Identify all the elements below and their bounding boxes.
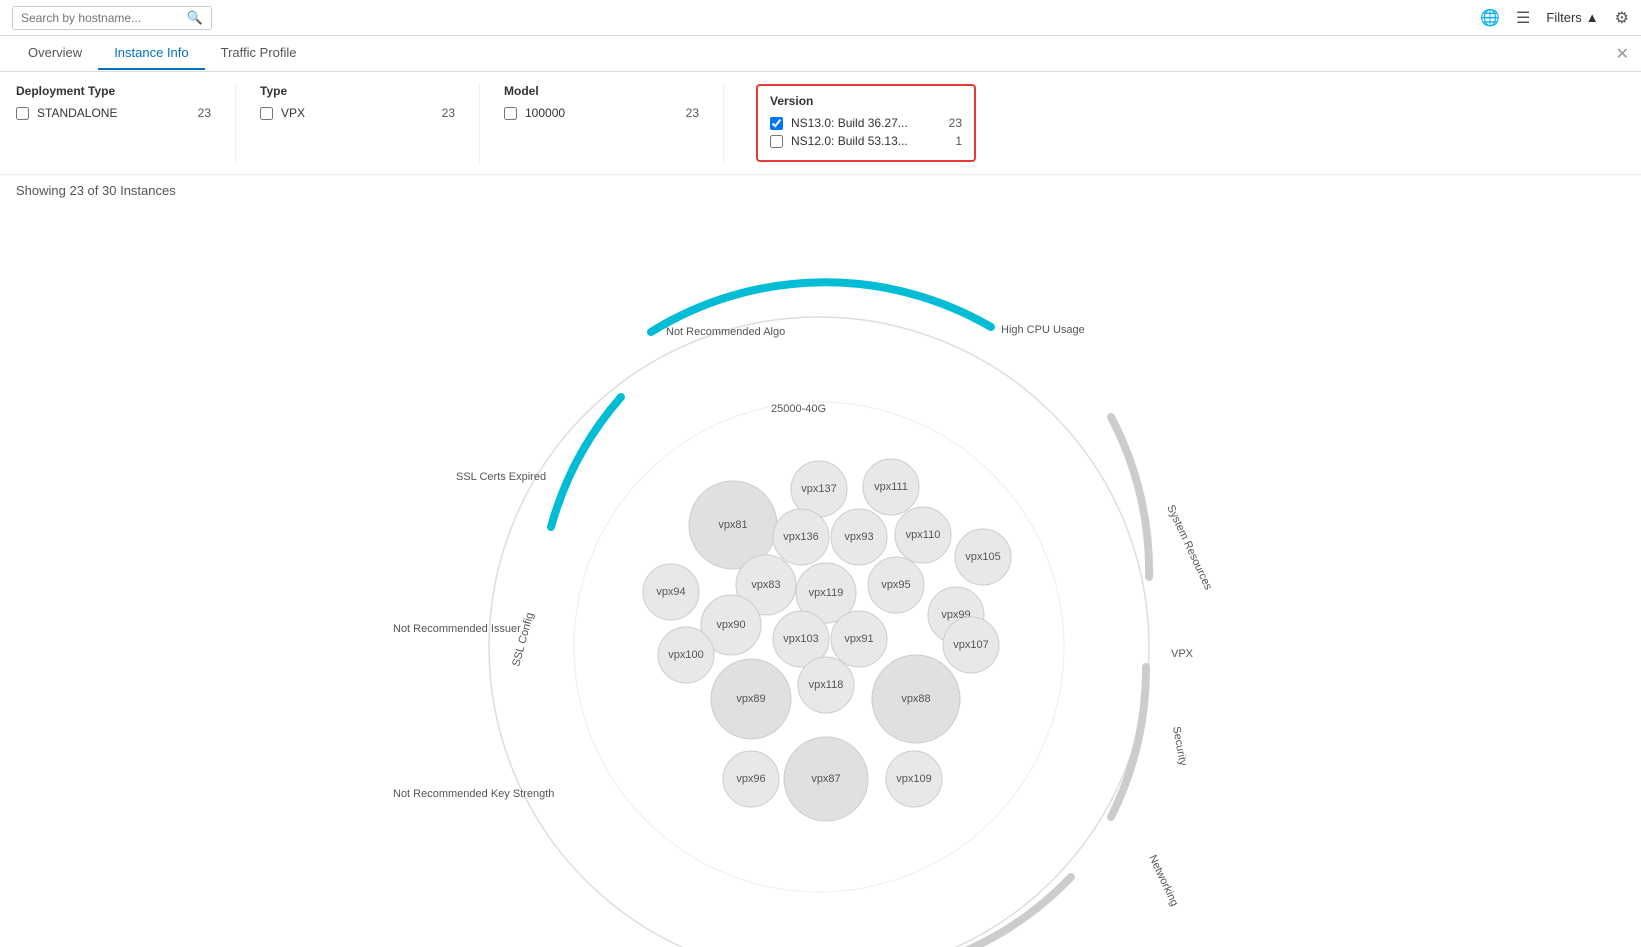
security-label: Security: [1170, 725, 1189, 767]
ns13-count: 23: [949, 116, 962, 130]
ns12-label: NS12.0: Build 53.13...: [791, 134, 908, 148]
bubble-label-vpx118: vpx118: [808, 678, 843, 690]
chart-area: Not Recommended Algo High CPU Usage Syst…: [0, 206, 1641, 947]
filter-item-100000: 100000 23: [504, 106, 699, 120]
model-range-label: 25000-40G: [771, 403, 826, 415]
bubble-label-vpx136: vpx136: [783, 530, 818, 542]
high-cpu-usage-label: High CPU Usage: [1001, 324, 1085, 336]
bubble-label-vpx90: vpx90: [716, 618, 745, 630]
version-title: Version: [770, 94, 962, 108]
filter-item-ns13: NS13.0: Build 36.27... 23: [770, 116, 962, 130]
bubble-label-vpx109: vpx109: [896, 772, 931, 784]
vpx-outer-label: VPX: [1171, 648, 1194, 660]
settings-icon[interactable]: ⚙: [1615, 8, 1629, 28]
standalone-count: 23: [198, 106, 211, 120]
search-icon: 🔍: [187, 10, 203, 26]
close-button[interactable]: ✕: [1616, 44, 1629, 64]
system-resources-label: System Resources: [1164, 503, 1214, 592]
bubble-label-vpx103: vpx103: [783, 632, 818, 644]
filters-arrow-icon: ▲: [1586, 10, 1599, 25]
filter-section: Deployment Type STANDALONE 23 Type VPX 2…: [0, 72, 1641, 175]
model-title: Model: [504, 84, 699, 98]
menu-icon[interactable]: ☰: [1516, 8, 1530, 28]
globe-icon[interactable]: 🌐: [1480, 8, 1500, 28]
type-title: Type: [260, 84, 455, 98]
filter-item-vpx: VPX 23: [260, 106, 455, 120]
bubble-label-vpx96: vpx96: [736, 772, 765, 784]
filters-button[interactable]: Filters ▲: [1546, 10, 1598, 25]
bubble-label-vpx81: vpx81: [718, 518, 747, 530]
model-100000-checkbox[interactable]: [504, 107, 517, 120]
tab-overview[interactable]: Overview: [12, 37, 98, 70]
bubble-label-vpx137: vpx137: [801, 482, 836, 494]
filters-label: Filters: [1546, 10, 1581, 25]
bubble-label-vpx83: vpx83: [751, 578, 780, 590]
filter-item-ns12: NS12.0: Build 53.13... 1: [770, 134, 962, 148]
bubble-label-vpx91: vpx91: [844, 632, 873, 644]
filter-version: Version NS13.0: Build 36.27... 23 NS12.0…: [756, 84, 976, 162]
ns12-count: 1: [955, 134, 962, 148]
bubble-label-vpx100: vpx100: [668, 648, 703, 660]
vpx-label: VPX: [281, 106, 305, 120]
ns13-label: NS13.0: Build 36.27...: [791, 116, 908, 130]
tab-instance-info[interactable]: Instance Info: [98, 37, 204, 70]
filter-model: Model 100000 23: [504, 84, 724, 162]
ssl-config-label: SSL Config: [510, 611, 536, 667]
not-recommended-key-strength-label: Not Recommended Key Strength: [393, 788, 554, 800]
filter-deployment-type: Deployment Type STANDALONE 23: [16, 84, 236, 162]
not-recommended-algo-label: Not Recommended Algo: [666, 326, 785, 338]
vpx-checkbox[interactable]: [260, 107, 273, 120]
networking-label: Networking: [1146, 853, 1180, 908]
bubble-label-vpx88: vpx88: [901, 692, 930, 704]
bubble-label-vpx95: vpx95: [881, 578, 910, 590]
vpx-count: 23: [442, 106, 455, 120]
bubble-label-vpx93: vpx93: [844, 530, 873, 542]
bubble-chart: Not Recommended Algo High CPU Usage Syst…: [271, 217, 1371, 937]
bubble-label-vpx89: vpx89: [736, 692, 765, 704]
search-input[interactable]: [21, 11, 181, 25]
instances-count-label: Showing 23 of 30 Instances: [0, 175, 1641, 206]
tabs-bar: Overview Instance Info Traffic Profile ✕: [0, 36, 1641, 72]
standalone-checkbox[interactable]: [16, 107, 29, 120]
tab-traffic-profile[interactable]: Traffic Profile: [205, 37, 313, 70]
bubble-label-vpx87: vpx87: [811, 772, 840, 784]
filter-item-standalone: STANDALONE 23: [16, 106, 211, 120]
filter-type: Type VPX 23: [260, 84, 480, 162]
bubble-label-vpx107: vpx107: [953, 638, 988, 650]
bubble-label-vpx105: vpx105: [965, 550, 1000, 562]
bubble-label-vpx119: vpx119: [808, 586, 843, 598]
bubble-label-vpx94: vpx94: [656, 585, 685, 597]
not-recommended-issuer-label: Not Recommended Issuer: [393, 623, 521, 635]
bubble-label-vpx111: vpx111: [874, 480, 908, 492]
ssl-certs-expired-label: SSL Certs Expired: [456, 471, 546, 483]
standalone-label: STANDALONE: [37, 106, 117, 120]
header: 🔍 🌐 ☰ Filters ▲ ⚙: [0, 0, 1641, 36]
search-box[interactable]: 🔍: [12, 6, 212, 30]
bubble-label-vpx110: vpx110: [905, 528, 940, 540]
deployment-type-title: Deployment Type: [16, 84, 211, 98]
model-100000-label: 100000: [525, 106, 565, 120]
ns12-checkbox[interactable]: [770, 135, 783, 148]
model-100000-count: 23: [686, 106, 699, 120]
header-right: 🌐 ☰ Filters ▲ ⚙: [1480, 8, 1629, 28]
ns13-checkbox[interactable]: [770, 117, 783, 130]
